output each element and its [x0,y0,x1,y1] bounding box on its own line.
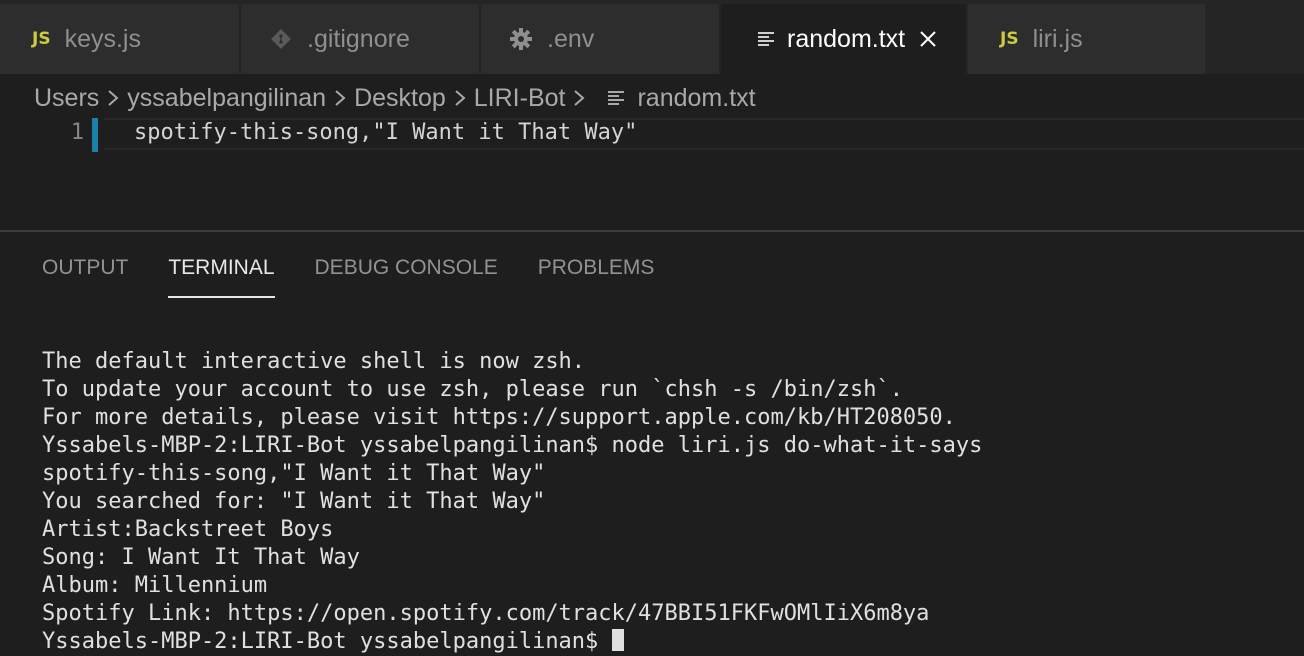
tab-label: keys.js [64,24,141,53]
code-line-text[interactable]: spotify-this-song,"I Want it That Way" [134,120,637,145]
text-lines-icon [757,30,775,48]
terminal-line: You searched for: "I Want it That Way" [42,489,546,514]
terminal-line: spotify-this-song,"I Want it That Way" [42,461,546,486]
breadcrumb: Users yssabelpangilinan Desktop LIRI-Bot… [34,80,756,116]
tab-liri-js[interactable]: JS liri.js [968,4,1206,74]
terminal-output[interactable]: The default interactive shell is now zsh… [42,348,982,656]
panel-tab-bar: OUTPUT TERMINAL DEBUG CONSOLE PROBLEMS [42,256,694,298]
terminal-line: For more details, please visit https://s… [42,405,956,430]
gutter-change-indicator [92,118,98,152]
terminal-line: Album: Millennium [42,573,268,598]
terminal-line: Yssabels-MBP-2:LIRI-Bot yssabelpangilina… [42,433,983,458]
tab-label: .env [547,24,595,53]
text-lines-icon [607,89,625,107]
terminal-prompt: Yssabels-MBP-2:LIRI-Bot yssabelpangilina… [42,629,612,654]
chevron-right-icon [334,89,346,107]
terminal-line: The default interactive shell is now zsh… [42,349,586,374]
terminal-line: Spotify Link: https://open.spotify.com/t… [42,601,930,626]
breadcrumb-item-users[interactable]: Users [34,84,99,113]
tab-problems[interactable]: PROBLEMS [538,256,655,296]
chevron-right-icon [107,89,119,107]
tab-terminal[interactable]: TERMINAL [168,256,275,298]
bottom-panel: OUTPUT TERMINAL DEBUG CONSOLE PROBLEMS T… [0,230,1304,654]
chevron-right-icon [454,89,466,107]
breadcrumb-item-file[interactable]: random.txt [637,84,755,113]
chevron-right-icon [573,89,586,107]
tab-output[interactable]: OUTPUT [42,256,128,296]
js-file-icon: JS [1000,29,1019,49]
tab-random-txt[interactable]: random.txt [721,4,967,74]
terminal-line: Artist:Backstreet Boys [42,517,334,542]
terminal-line: To update your account to use zsh, pleas… [42,377,903,402]
tab-keys-js[interactable]: JS keys.js [0,4,240,74]
tab-label: random.txt [787,24,906,53]
editor-line[interactable]: 1 spotify-this-song,"I Want it That Way" [0,118,1304,152]
terminal-line: Song: I Want It That Way [42,545,360,570]
tab-label: .gitignore [307,24,410,53]
git-icon [271,29,291,49]
close-icon[interactable] [919,30,937,48]
gear-icon [509,27,533,51]
line-number: 1 [70,120,84,145]
editor-tab-bar: JS keys.js .gitignore .env random.txt JS… [0,0,1304,74]
js-file-icon: JS [32,29,51,49]
terminal-cursor [611,629,624,651]
tab-gitignore[interactable]: .gitignore [241,4,480,74]
tab-env[interactable]: .env [481,4,720,74]
tab-debug-console[interactable]: DEBUG CONSOLE [315,256,498,296]
tab-label: liri.js [1032,24,1083,53]
breadcrumb-item-desktop[interactable]: Desktop [354,84,446,113]
breadcrumb-item-user[interactable]: yssabelpangilinan [127,84,326,113]
breadcrumb-item-project[interactable]: LIRI-Bot [474,84,566,113]
